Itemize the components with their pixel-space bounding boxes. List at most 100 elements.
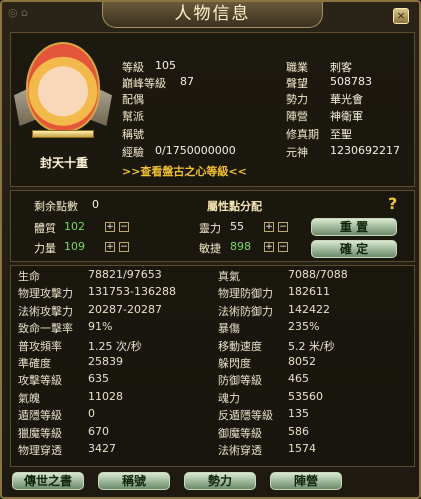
stat-value: 135 — [288, 407, 309, 421]
attribute-section-title: 屬性點分配 — [207, 200, 262, 213]
title-label: 稱號 — [122, 128, 144, 141]
stat-value: 3427 — [88, 442, 116, 455]
stat-value: 78821/97653 — [88, 268, 162, 281]
cultivation-value: 至聖 — [330, 128, 352, 141]
agility-value: 898 — [230, 240, 251, 253]
stat-label: 躲閃度 — [218, 357, 251, 370]
agility-label: 敏捷 — [199, 242, 221, 255]
stat-value: 465 — [288, 372, 309, 386]
camp-label: 陣營 — [286, 110, 308, 123]
stat-value: 182611 — [288, 285, 330, 299]
tab-legend-book[interactable]: 傳世之書 — [12, 472, 84, 490]
stat-value: 235% — [288, 320, 320, 334]
stat-label: 物理穿透 — [18, 444, 62, 457]
stat-row: 法術攻擊力 20287-20287 法術防御力 142422 — [18, 303, 408, 318]
bottom-tabs: 傳世之書 稱號 勢力 陣營 — [10, 470, 415, 492]
stat-label: 獵魔等級 — [18, 426, 62, 440]
stat-value: 53560 — [288, 389, 323, 403]
pangu-heart-link[interactable]: >>查看盤古之心等級<< — [122, 163, 247, 179]
stat-row: 致命一擊率 91% 暴傷 235% — [18, 320, 408, 335]
avatar — [14, 40, 116, 150]
tab-titles[interactable]: 稱號 — [98, 472, 170, 490]
spouse-label: 配偶 — [122, 93, 144, 106]
stat-label: 遁隱等級 — [18, 409, 62, 423]
stat-value: 5.2 米/秒 — [288, 339, 335, 353]
spirit-power-plus-button[interactable]: + — [264, 222, 274, 232]
tab-faction[interactable]: 勢力 — [184, 472, 256, 490]
background-ghost-text: ◎ ⌂ — [8, 6, 29, 19]
stat-value: 131753-136288 — [88, 285, 176, 299]
stat-row: 遁隱等級 0 反遁隱等級 135 — [18, 407, 408, 422]
strength-value: 109 — [64, 240, 85, 253]
strength-label: 力量 — [34, 242, 56, 255]
stat-value: 670 — [88, 424, 109, 438]
peak-level-label: 巔峰等級 — [122, 77, 166, 90]
character-info-window: ◎ ⌂ 人物信息 × 封天十重 等級 105 巔峰等級 87 配偶 幫派 稱號 … — [0, 0, 421, 499]
stat-value: 8052 — [288, 355, 316, 368]
stat-value: 635 — [88, 372, 109, 386]
stat-value: 142422 — [288, 302, 330, 316]
stat-value: 1.25 次/秒 — [88, 339, 142, 353]
stat-value: 7088/7088 — [288, 268, 348, 281]
stat-row: 物理穿透 3427 法術穿透 1574 — [18, 442, 408, 457]
faction-value: 華光會 — [330, 93, 363, 106]
stat-label: 物理防御力 — [218, 287, 273, 301]
stat-value: 91% — [88, 320, 113, 334]
stat-label: 生命 — [18, 270, 40, 283]
strength-minus-button[interactable]: − — [119, 242, 129, 252]
stat-label: 移動速度 — [218, 339, 262, 353]
stat-label: 致命一擊率 — [18, 322, 73, 336]
spirit-power-label: 靈力 — [199, 222, 221, 235]
portrait-icon — [26, 42, 100, 132]
stat-label: 真氣 — [218, 270, 240, 283]
stat-label: 法術攻擊力 — [18, 304, 73, 318]
stat-label: 反遁隱等級 — [218, 409, 273, 423]
stat-label: 防御等級 — [218, 374, 262, 388]
close-button[interactable]: × — [393, 8, 409, 24]
stat-value: 1574 — [288, 442, 316, 455]
stat-label: 氣魄 — [18, 391, 40, 405]
agility-plus-button[interactable]: + — [264, 242, 274, 252]
constitution-minus-button[interactable]: − — [119, 222, 129, 232]
strength-plus-button[interactable]: + — [105, 242, 115, 252]
level-value: 105 — [155, 59, 176, 72]
free-points-label: 剩余點數 — [34, 200, 78, 213]
stat-label: 攻擊等級 — [18, 374, 62, 388]
stat-label: 物理攻擊力 — [18, 287, 73, 301]
stat-label: 普攻頻率 — [18, 339, 62, 353]
exp-label: 經驗 — [122, 146, 144, 159]
tab-camp[interactable]: 陣營 — [270, 472, 342, 490]
confirm-button[interactable]: 確 定 — [311, 240, 397, 258]
spirit-label: 元神 — [286, 146, 308, 159]
stat-label: 法術防御力 — [218, 304, 273, 318]
constitution-plus-button[interactable]: + — [105, 222, 115, 232]
peak-level-value: 87 — [180, 75, 194, 88]
stat-row: 物理攻擊力 131753-136288 物理防御力 182611 — [18, 285, 408, 300]
window-title: 人物信息 — [102, 2, 323, 28]
cultivation-label: 修真期 — [286, 128, 319, 141]
constitution-value: 102 — [64, 220, 85, 233]
stat-row: 普攻頻率 1.25 次/秒 移動速度 5.2 米/秒 — [18, 338, 408, 353]
guild-label: 幫派 — [122, 110, 144, 123]
stat-value: 586 — [288, 424, 309, 438]
stat-label: 準確度 — [18, 357, 51, 370]
camp-value: 神衛軍 — [330, 110, 363, 123]
stat-value: 11028 — [88, 389, 123, 403]
prestige-value: 508783 — [330, 75, 372, 88]
class-label: 職業 — [286, 61, 308, 74]
agility-minus-button[interactable]: − — [278, 242, 288, 252]
class-value: 刺客 — [330, 61, 352, 74]
stat-label: 法術穿透 — [218, 444, 262, 457]
stat-row: 生命 78821/97653 真氣 7088/7088 — [18, 268, 408, 283]
stat-row: 攻擊等級 635 防御等級 465 — [18, 372, 408, 387]
stat-row: 獵魔等級 670 御魔等級 586 — [18, 425, 408, 440]
reset-button[interactable]: 重 置 — [311, 218, 397, 236]
help-icon[interactable]: ? — [388, 194, 404, 213]
spirit-power-minus-button[interactable]: − — [278, 222, 288, 232]
stat-row: 氣魄 11028 魂力 53560 — [18, 390, 408, 405]
free-points-value: 0 — [92, 198, 99, 211]
stat-value: 25839 — [88, 355, 123, 368]
spirit-value: 1230692217 — [330, 144, 400, 157]
level-label: 等級 — [122, 61, 144, 74]
constitution-label: 體質 — [34, 222, 56, 235]
